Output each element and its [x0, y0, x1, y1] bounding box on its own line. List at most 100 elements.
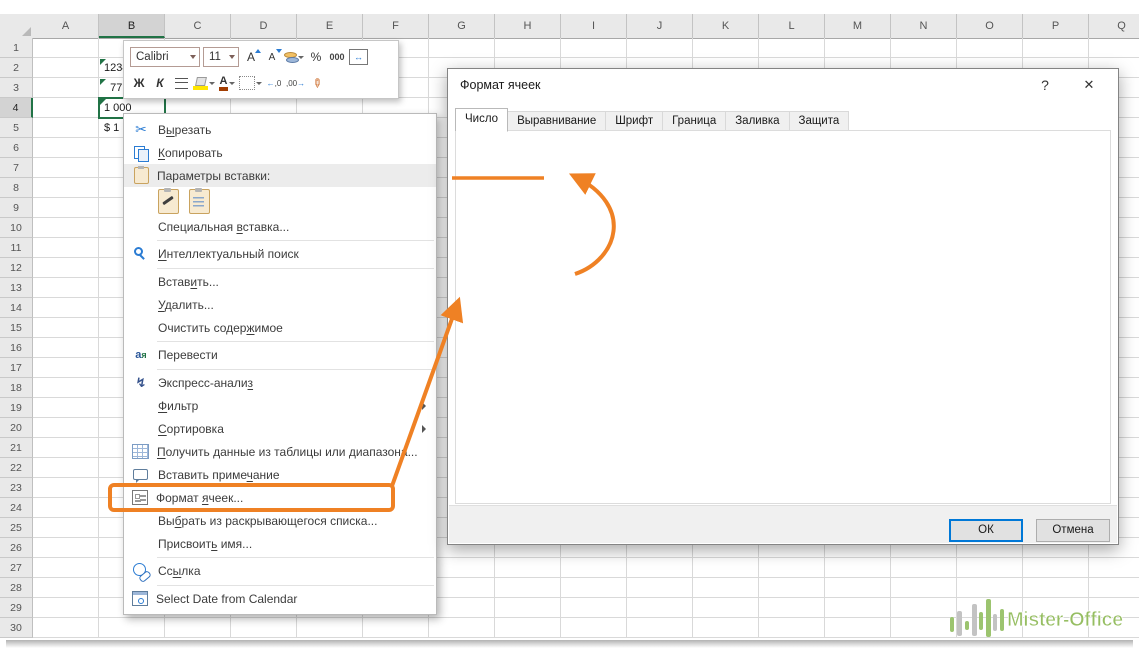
row-header-23[interactable]: 23 — [0, 478, 33, 498]
border-style-button[interactable] — [239, 73, 262, 93]
menu-item-17[interactable]: Получить данные из таблицы или диапазона… — [124, 440, 436, 463]
menu-item-2[interactable]: Параметры вставки: — [124, 164, 436, 187]
column-header-L[interactable]: L — [759, 14, 825, 38]
borders-button[interactable]: ↔ — [349, 47, 368, 67]
font-size-combo[interactable]: 11 — [203, 47, 239, 67]
tab-0[interactable]: Число — [455, 108, 509, 132]
row-header-19[interactable]: 19 — [0, 398, 33, 418]
column-header-J[interactable]: J — [627, 14, 693, 38]
menu-item-25[interactable]: Select Date from Calendar — [124, 587, 436, 610]
select-all-corner[interactable] — [0, 14, 34, 39]
menu-item-8[interactable]: Вставить... — [124, 270, 436, 293]
menu-item-12[interactable]: Перевести — [124, 344, 436, 367]
tab-1[interactable]: Выравнивание — [507, 111, 607, 132]
column-header-K[interactable]: K — [693, 14, 759, 38]
row-header-3[interactable]: 3 — [0, 78, 33, 98]
font-name-value: Calibri — [136, 51, 169, 63]
row-header-10[interactable]: 10 — [0, 218, 33, 238]
comma-style-button[interactable]: 000 — [328, 47, 346, 67]
paste-keep-formatting-icon[interactable] — [158, 187, 179, 214]
column-header-M[interactable]: M — [825, 14, 891, 38]
paste-values-icon[interactable] — [189, 187, 210, 214]
row-header-26[interactable]: 26 — [0, 538, 33, 558]
row-header-27[interactable]: 27 — [0, 558, 33, 578]
column-header-Q[interactable]: Q — [1089, 14, 1139, 38]
row-header-8[interactable]: 8 — [0, 178, 33, 198]
column-header-B[interactable]: B — [99, 14, 165, 38]
ok-button[interactable]: ОК — [949, 519, 1023, 542]
menu-item-23[interactable]: Ссылка — [124, 560, 436, 583]
menu-item-0[interactable]: Вырезать — [124, 118, 436, 141]
row-header-16[interactable]: 16 — [0, 338, 33, 358]
row-header-1[interactable]: 1 — [0, 38, 33, 58]
menu-item-18[interactable]: Вставить примечание — [124, 463, 436, 486]
tab-5[interactable]: Защита — [788, 111, 850, 132]
row-header-4[interactable]: 4 — [0, 98, 33, 118]
font-color-button[interactable]: А — [218, 73, 236, 93]
increase-decimal-button[interactable]: ←,0 — [265, 73, 283, 93]
tab-3[interactable]: Граница — [662, 111, 727, 132]
row-header-14[interactable]: 14 — [0, 298, 33, 318]
menu-item-16[interactable]: Сортировка — [124, 417, 436, 440]
row-header-22[interactable]: 22 — [0, 458, 33, 478]
annotation-highlight-box — [108, 483, 395, 512]
column-header-N[interactable]: N — [891, 14, 957, 38]
menu-item-1[interactable]: Копировать — [124, 141, 436, 164]
cancel-button[interactable]: Отмена — [1036, 519, 1110, 542]
tab-4[interactable]: Заливка — [725, 111, 790, 132]
menu-item-6[interactable]: Интеллектуальный поиск — [124, 243, 436, 266]
shrink-font-button[interactable]: A — [263, 47, 282, 67]
font-name-combo[interactable]: Calibri — [130, 47, 200, 67]
help-button[interactable]: ? — [1030, 73, 1060, 97]
row-header-12[interactable]: 12 — [0, 258, 33, 278]
row-header-17[interactable]: 17 — [0, 358, 33, 378]
row-header-24[interactable]: 24 — [0, 498, 33, 518]
grow-font-button[interactable]: A — [242, 47, 261, 67]
row-header-30[interactable]: 30 — [0, 618, 33, 638]
tab-2[interactable]: Шрифт — [605, 111, 664, 132]
row-header-21[interactable]: 21 — [0, 438, 33, 458]
menu-item-19[interactable]: Формат ячеек... — [108, 483, 436, 512]
column-header-E[interactable]: E — [297, 14, 363, 38]
row-header-7[interactable]: 7 — [0, 158, 33, 178]
row-header-9[interactable]: 9 — [0, 198, 33, 218]
row-header-2[interactable]: 2 — [0, 58, 33, 78]
column-header-A[interactable]: A — [33, 14, 99, 38]
column-header-P[interactable]: P — [1023, 14, 1089, 38]
row-header-6[interactable]: 6 — [0, 138, 33, 158]
row-header-11[interactable]: 11 — [0, 238, 33, 258]
menu-item-20[interactable]: Выбрать из раскрывающегося списка... — [124, 509, 436, 532]
italic-button[interactable]: К — [151, 73, 169, 93]
row-header-20[interactable]: 20 — [0, 418, 33, 438]
column-header-F[interactable]: F — [363, 14, 429, 38]
percent-style-button[interactable]: % — [307, 47, 325, 67]
menu-item-9[interactable]: Удалить... — [124, 293, 436, 316]
column-header-C[interactable]: C — [165, 14, 231, 38]
row-header-5[interactable]: 5 — [0, 118, 33, 138]
fill-color-button[interactable] — [193, 73, 215, 93]
menu-item-21[interactable]: Присвоить имя... — [124, 532, 436, 555]
format-painter-button[interactable]: ✏ — [308, 73, 326, 93]
menu-item-4[interactable]: Специальная вставка... — [124, 215, 436, 238]
bold-button[interactable]: Ж — [130, 73, 148, 93]
column-header-H[interactable]: H — [495, 14, 561, 38]
column-header-I[interactable]: I — [561, 14, 627, 38]
accounting-format-button[interactable] — [284, 47, 304, 67]
column-header-D[interactable]: D — [231, 14, 297, 38]
close-icon[interactable]: ✕ — [1074, 73, 1104, 97]
column-header-O[interactable]: O — [957, 14, 1023, 38]
decrease-decimal-button[interactable]: ,00→ — [286, 73, 305, 93]
row-header-28[interactable]: 28 — [0, 578, 33, 598]
menu-item-15[interactable]: Фильтр — [124, 394, 436, 417]
row-header-25[interactable]: 25 — [0, 518, 33, 538]
row-header-18[interactable]: 18 — [0, 378, 33, 398]
dialog-tabs: Число Выравнивание Шрифт Граница Заливка Защи… — [455, 108, 850, 132]
menu-item-14[interactable]: Экспресс-анализ — [124, 371, 436, 394]
row-header-15[interactable]: 15 — [0, 318, 33, 338]
center-button[interactable] — [172, 73, 190, 93]
column-header-G[interactable]: G — [429, 14, 495, 38]
menu-item-label: Выбрать из раскрывающегося списка... — [158, 513, 378, 528]
row-header-13[interactable]: 13 — [0, 278, 33, 298]
menu-item-10[interactable]: Очистить содержимое — [124, 316, 436, 339]
row-header-29[interactable]: 29 — [0, 598, 33, 618]
